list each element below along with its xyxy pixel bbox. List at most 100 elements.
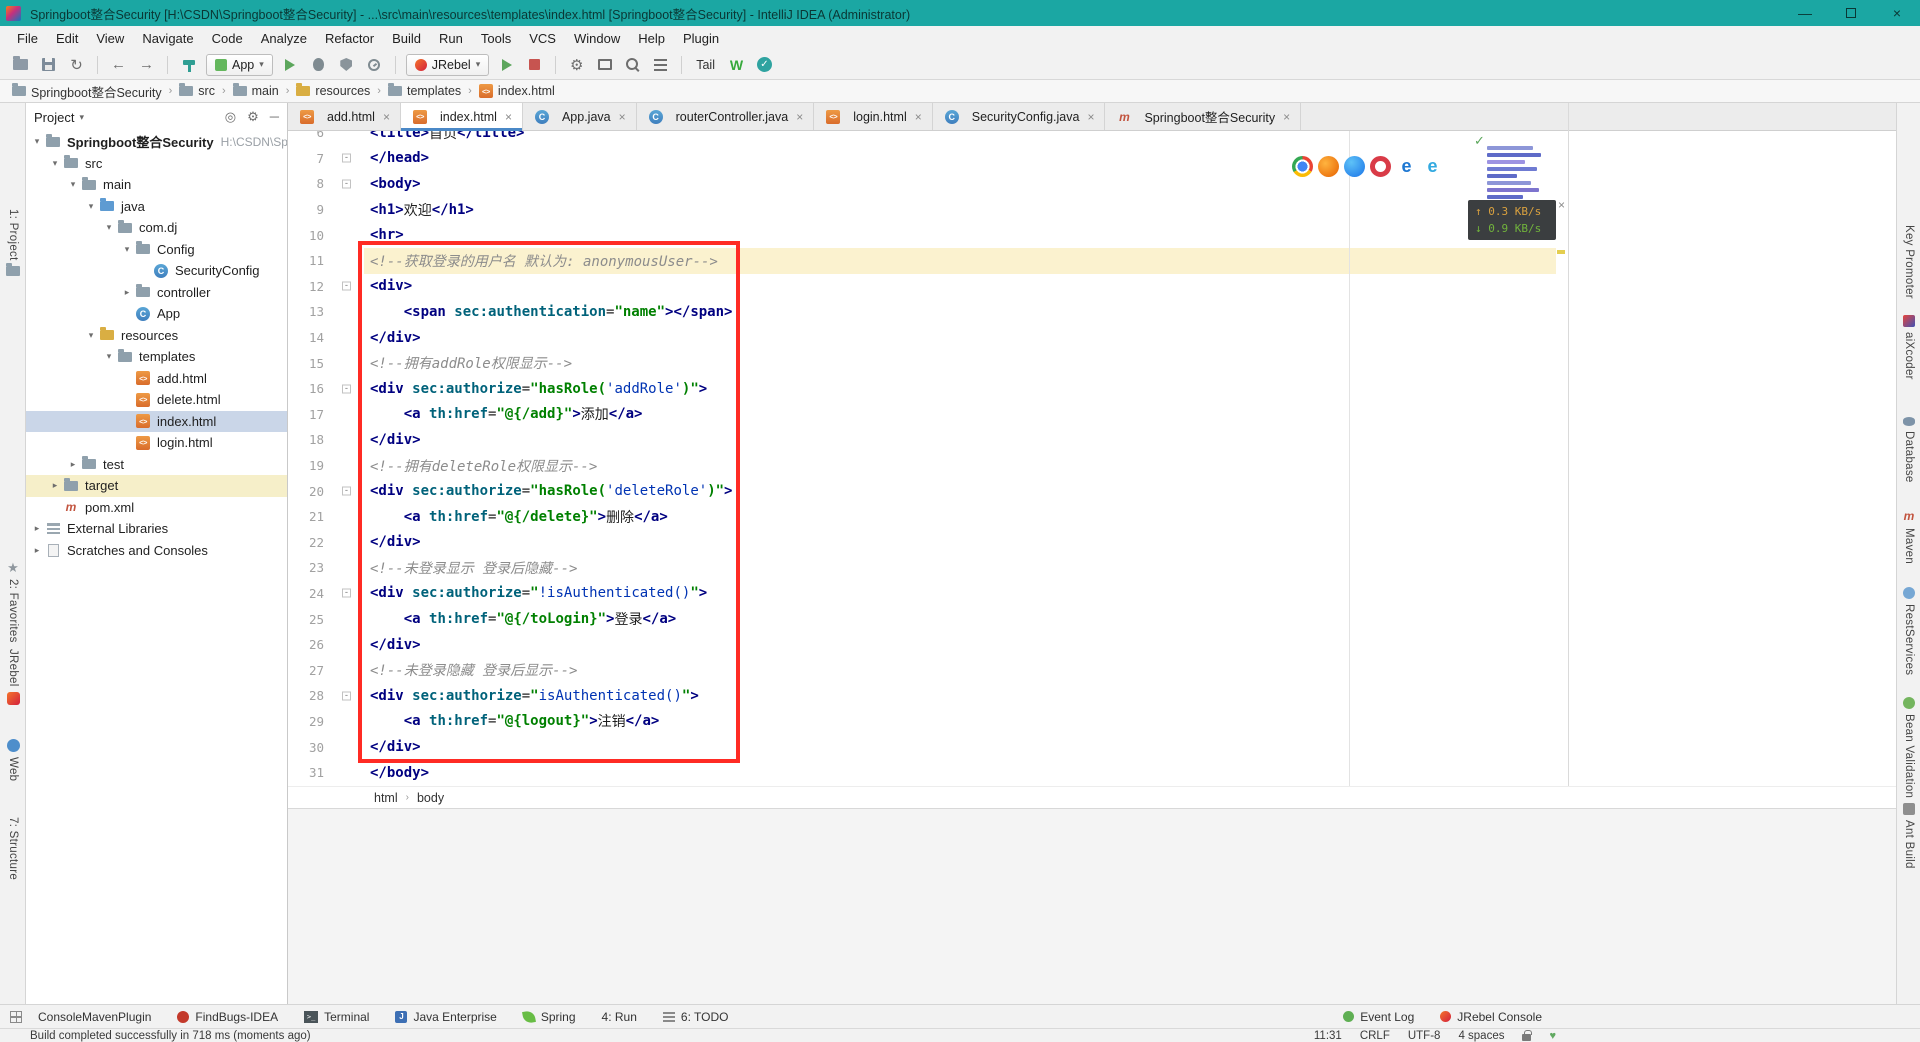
menu-navigate[interactable]: Navigate	[133, 28, 202, 49]
project-tree-item-delete-html[interactable]: <> delete.html	[26, 389, 287, 411]
back-button[interactable]: ←	[108, 54, 129, 75]
tab-close-icon[interactable]: ×	[505, 110, 512, 124]
project-tree-item-securityconfig[interactable]: C SecurityConfig	[26, 260, 287, 282]
bottom-tool-spring[interactable]: Spring	[521, 1010, 576, 1024]
code-line[interactable]: </div>	[364, 632, 1896, 658]
wakatime-button[interactable]: W	[726, 54, 747, 75]
build-button[interactable]	[178, 54, 199, 75]
tree-chevron-icon[interactable]: ▸	[66, 459, 80, 470]
fold-marker-icon[interactable]: -	[342, 179, 351, 189]
project-tree-item-external-libraries[interactable]: ▸ External Libraries	[26, 518, 287, 540]
breadcrumb-main[interactable]: main	[231, 83, 281, 98]
tool-stripe-jrebel[interactable]: JRebel	[0, 649, 26, 705]
editor-breadcrumb-html[interactable]: html	[374, 791, 398, 805]
opera-icon[interactable]	[1370, 156, 1391, 177]
code-line[interactable]: <body>	[364, 171, 1896, 197]
project-tree-item-test[interactable]: ▸ test	[26, 454, 287, 476]
profiler-button[interactable]	[364, 54, 385, 75]
editor-tab-springboot-security[interactable]: m Springboot整合Security ×	[1105, 103, 1302, 130]
tree-chevron-icon[interactable]: ▾	[66, 179, 80, 190]
tool-window-button[interactable]	[594, 54, 615, 75]
tree-chevron-icon[interactable]: ▸	[48, 480, 62, 491]
code-line[interactable]: <a th:href = "@{/delete}" > 删除 </a>	[364, 504, 1896, 530]
tool-stripe-maven[interactable]: m Maven	[1897, 509, 1920, 564]
code-line[interactable]: <title> 首页 </title>	[364, 131, 1896, 146]
network-monitor-close-icon[interactable]: ×	[1558, 198, 1565, 212]
code-line[interactable]: </div>	[364, 734, 1896, 760]
sync-button[interactable]: ↻	[66, 54, 87, 75]
project-tree-item-main[interactable]: ▾ main	[26, 174, 287, 196]
inspection-status-button[interactable]: ✓	[754, 54, 775, 75]
code-line[interactable]: <a th:href = "@{/add}" > 添加 </a>	[364, 402, 1896, 428]
tool-stripe-restservices[interactable]: RestServices	[1897, 587, 1920, 675]
bottom-tool-java-enterprise[interactable]: J Java Enterprise	[395, 1010, 497, 1024]
breadcrumb-springboot-security[interactable]: Springboot整合Security	[10, 82, 164, 101]
breadcrumb-templates[interactable]: templates	[386, 83, 463, 98]
tree-chevron-icon[interactable]: ▾	[102, 222, 116, 233]
tab-close-icon[interactable]: ×	[915, 110, 922, 124]
project-tree-item-springboot-security[interactable]: ▾ Springboot整合Security H:\CSDN\Sp	[26, 131, 287, 153]
run-button[interactable]	[280, 54, 301, 75]
lock-icon[interactable]	[1522, 1029, 1532, 1041]
menu-analyze[interactable]: Analyze	[252, 28, 316, 49]
tool-stripe-ant-build[interactable]: Ant Build	[1897, 803, 1920, 869]
chrome-icon[interactable]	[1292, 156, 1313, 177]
bottom-tool-consolemavenplugin[interactable]: ConsoleMavenPlugin	[38, 1010, 151, 1024]
fold-marker-icon[interactable]: -	[342, 281, 351, 291]
menu-build[interactable]: Build	[383, 28, 430, 49]
menu-window[interactable]: Window	[565, 28, 629, 49]
code-line[interactable]: </body>	[364, 760, 1896, 786]
tree-chevron-icon[interactable]: ▾	[84, 201, 98, 212]
project-tree-item-add-html[interactable]: <> add.html	[26, 368, 287, 390]
code-line[interactable]: </head>	[364, 146, 1896, 172]
locate-file-button[interactable]: ◎	[225, 109, 236, 125]
code-line[interactable]: <a th:href = "@{logout}" > 注销 </a>	[364, 709, 1896, 735]
fold-marker-icon[interactable]: -	[342, 691, 351, 701]
bottom-tool-terminal[interactable]: >_ Terminal	[304, 1010, 369, 1024]
tree-chevron-icon[interactable]: ▸	[30, 545, 44, 556]
bottom-tool-jrebel-console[interactable]: JRebel Console	[1440, 1010, 1542, 1024]
tool-stripe-key-promoter[interactable]: Key Promoter	[1897, 225, 1920, 299]
project-view-selector[interactable]: Project ▾	[34, 110, 84, 125]
ie-icon[interactable]: e	[1422, 156, 1443, 177]
fold-marker-icon[interactable]: -	[342, 384, 351, 394]
tool-stripe-1-project[interactable]: 1: Project	[0, 209, 26, 276]
project-tree-item-config[interactable]: ▾ Config	[26, 239, 287, 261]
run-config-select[interactable]: App ▾	[206, 53, 273, 76]
settings-button[interactable]: ⚙	[566, 54, 587, 75]
panel-settings-button[interactable]: ⚙	[247, 109, 259, 125]
forward-button[interactable]: →	[136, 54, 157, 75]
project-tree-item-controller[interactable]: ▸ controller	[26, 282, 287, 304]
code-line[interactable]: <!--未登录显示 登录后隐藏-->	[364, 555, 1896, 581]
project-tree-item-resources[interactable]: ▾ resources	[26, 325, 287, 347]
project-tree-item-com-dj[interactable]: ▾ com.dj	[26, 217, 287, 239]
bottom-tool-findbugs-idea[interactable]: FindBugs-IDEA	[177, 1010, 278, 1024]
menu-file[interactable]: File	[8, 28, 47, 49]
bottom-tool-6-todo[interactable]: 6: TODO	[662, 1010, 728, 1024]
code-line[interactable]: <h1> 欢迎 </h1>	[364, 197, 1896, 223]
safari-icon[interactable]	[1344, 156, 1365, 177]
tool-stripe-aixcoder[interactable]: aiXcoder	[1897, 315, 1920, 380]
code-line[interactable]: </div>	[364, 427, 1896, 453]
editor-tab-securityconfig-java[interactable]: C SecurityConfig.java ×	[932, 103, 1106, 130]
editor-tab-app-java[interactable]: C App.java ×	[522, 103, 637, 130]
indent-widget[interactable]: 4 spaces	[1458, 1030, 1504, 1042]
tree-chevron-icon[interactable]: ▾	[30, 136, 44, 147]
menu-refactor[interactable]: Refactor	[316, 28, 383, 49]
tab-close-icon[interactable]: ×	[1283, 110, 1290, 124]
editor-breadcrumb-body[interactable]: body	[417, 791, 444, 805]
menu-plugin[interactable]: Plugin	[674, 28, 728, 49]
tool-stripe-2-favorites[interactable]: ★ 2: Favorites	[0, 561, 26, 643]
code-editor[interactable]: 6 7-8-9 10 11 12-13 14 15 16-17 18 19 20-21 22 23 24-…	[288, 131, 1896, 786]
editor-tab-add-html[interactable]: <> add.html ×	[288, 103, 401, 130]
breadcrumb-index-html[interactable]: <> index.html	[477, 84, 557, 98]
project-tree-item-app[interactable]: C App	[26, 303, 287, 325]
filter-button[interactable]	[650, 54, 671, 75]
tree-chevron-icon[interactable]: ▸	[120, 287, 134, 298]
project-tree-item-templates[interactable]: ▾ templates	[26, 346, 287, 368]
menu-edit[interactable]: Edit	[47, 28, 87, 49]
code-line[interactable]: <a th:href = "@{/toLogin}" > 登录 </a>	[364, 606, 1896, 632]
tool-stripe-web[interactable]: Web	[0, 739, 26, 781]
code-line[interactable]: <div sec:authorize = "hasRole('addRole')" >	[364, 376, 1896, 402]
stop-button[interactable]	[524, 54, 545, 75]
